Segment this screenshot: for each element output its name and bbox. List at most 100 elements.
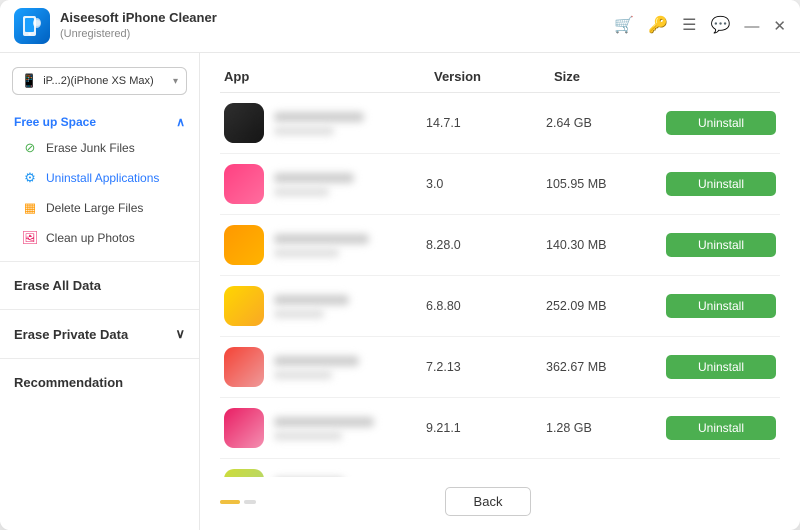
erase-private-label: Erase Private Data bbox=[14, 327, 128, 342]
title-bar-right: 🛒 🔑 ☰ 💬 — ✕ bbox=[614, 18, 786, 34]
app-version: 9.21.1 bbox=[426, 421, 546, 435]
app-cell bbox=[224, 347, 426, 387]
chat-icon[interactable]: 💬 bbox=[711, 18, 731, 34]
delete-large-icon: ▦ bbox=[22, 200, 38, 216]
uninstall-button[interactable]: Uninstall bbox=[666, 294, 776, 318]
uninstall-button[interactable]: Uninstall bbox=[666, 355, 776, 379]
uninstall-button[interactable]: Uninstall bbox=[666, 172, 776, 196]
sidebar-erase-all-data[interactable]: Erase All Data bbox=[0, 270, 199, 301]
app-title: Aiseesoft iPhone Cleaner (Unregistered) bbox=[60, 10, 217, 41]
table-row: 14.7.1 2.64 GB Uninstall bbox=[220, 93, 780, 154]
app-window: Aiseesoft iPhone Cleaner (Unregistered) … bbox=[0, 0, 800, 530]
app-cell bbox=[224, 286, 426, 326]
menu-icon[interactable]: ☰ bbox=[682, 18, 696, 34]
table-header: App Version Size bbox=[220, 69, 780, 93]
app-version: 3.0 bbox=[426, 177, 546, 191]
app-main-title: Aiseesoft iPhone Cleaner bbox=[60, 10, 217, 27]
app-dev bbox=[274, 188, 329, 196]
app-name bbox=[274, 112, 364, 122]
app-info bbox=[274, 173, 354, 196]
divider-2 bbox=[0, 309, 199, 310]
scroll-dot-active bbox=[220, 500, 240, 504]
table-row: 9.21.1 1.28 GB Uninstall bbox=[220, 398, 780, 459]
app-cell bbox=[224, 103, 426, 143]
app-size: 362.67 MB bbox=[546, 360, 666, 374]
table-row: 6.8.80 252.09 MB Uninstall bbox=[220, 276, 780, 337]
app-version: 7.2.13 bbox=[426, 360, 546, 374]
app-version: 14.7.1 bbox=[426, 116, 546, 130]
scroll-dot-inactive bbox=[244, 500, 256, 504]
uninstall-button[interactable]: Uninstall bbox=[666, 111, 776, 135]
app-name bbox=[274, 234, 369, 244]
uninstall-button[interactable]: Uninstall bbox=[666, 416, 776, 440]
app-size: 105.95 MB bbox=[546, 177, 666, 191]
table-footer: Back bbox=[220, 477, 780, 516]
table-body: 14.7.1 2.64 GB Uninstall 3.0 bbox=[220, 93, 780, 477]
minimize-button[interactable]: — bbox=[744, 19, 759, 34]
sidebar-item-label: Uninstall Applications bbox=[46, 171, 159, 185]
app-name bbox=[274, 295, 349, 305]
sidebar-section-free-up-space[interactable]: Free up Space ∧ bbox=[0, 109, 199, 133]
recommendation-label: Recommendation bbox=[14, 375, 123, 390]
app-thumbnail bbox=[224, 286, 264, 326]
title-bar-left: Aiseesoft iPhone Cleaner (Unregistered) bbox=[14, 8, 217, 44]
sidebar-item-label: Delete Large Files bbox=[46, 201, 143, 215]
phone-icon: 📱 bbox=[21, 73, 37, 89]
app-dev bbox=[274, 432, 342, 440]
sidebar-erase-private-data[interactable]: Erase Private Data ∨ bbox=[0, 318, 199, 350]
app-info bbox=[274, 356, 359, 379]
sidebar-item-uninstall-applications[interactable]: ⚙ Uninstall Applications bbox=[0, 163, 199, 193]
app-info bbox=[274, 234, 369, 257]
sidebar-recommendation[interactable]: Recommendation bbox=[0, 367, 199, 398]
sidebar: 📱 iP...2)(iPhone XS Max) ▾ Free up Space… bbox=[0, 53, 200, 530]
divider-3 bbox=[0, 358, 199, 359]
app-info bbox=[274, 112, 364, 135]
sidebar-item-delete-large-files[interactable]: ▦ Delete Large Files bbox=[0, 193, 199, 223]
app-subtitle: (Unregistered) bbox=[60, 27, 217, 41]
header-action bbox=[670, 69, 780, 84]
table-row: 3.0 105.95 MB Uninstall bbox=[220, 154, 780, 215]
app-version: 8.28.0 bbox=[426, 238, 546, 252]
key-icon[interactable]: 🔑 bbox=[648, 18, 668, 34]
erase-junk-icon: ⊘ bbox=[22, 140, 38, 156]
chevron-down-icon: ▾ bbox=[173, 76, 178, 87]
content-area: App Version Size bbox=[200, 53, 800, 530]
app-cell bbox=[224, 469, 426, 477]
header-app: App bbox=[220, 69, 430, 84]
divider-1 bbox=[0, 261, 199, 262]
table-row: 8.28.0 140.30 MB Uninstall bbox=[220, 215, 780, 276]
back-button[interactable]: Back bbox=[445, 487, 532, 516]
app-cell bbox=[224, 225, 426, 265]
app-dev bbox=[274, 310, 324, 318]
sidebar-item-label: Clean up Photos bbox=[46, 231, 135, 245]
app-size: 252.09 MB bbox=[546, 299, 666, 313]
table-row: 7.2.13 362.67 MB Uninstall bbox=[220, 337, 780, 398]
app-thumbnail bbox=[224, 164, 264, 204]
device-selector[interactable]: 📱 iP...2)(iPhone XS Max) ▾ bbox=[12, 67, 187, 95]
app-info bbox=[274, 295, 349, 318]
cart-icon[interactable]: 🛒 bbox=[614, 18, 634, 34]
app-dev bbox=[274, 371, 332, 379]
sidebar-item-clean-up-photos[interactable]: 🖼 Clean up Photos bbox=[0, 223, 199, 253]
device-name: iP...2)(iPhone XS Max) bbox=[43, 75, 167, 87]
clean-photos-icon: 🖼 bbox=[22, 230, 38, 246]
section-label: Free up Space bbox=[14, 115, 96, 129]
app-thumbnail bbox=[224, 469, 264, 477]
app-size: 2.64 GB bbox=[546, 116, 666, 130]
uninstall-button[interactable]: Uninstall bbox=[666, 233, 776, 257]
close-button[interactable]: ✕ bbox=[773, 19, 786, 34]
title-bar: Aiseesoft iPhone Cleaner (Unregistered) … bbox=[0, 0, 800, 53]
sidebar-item-label: Erase Junk Files bbox=[46, 141, 135, 155]
app-name bbox=[274, 417, 374, 427]
app-size: 140.30 MB bbox=[546, 238, 666, 252]
header-version: Version bbox=[430, 69, 550, 84]
app-dev bbox=[274, 127, 334, 135]
app-cell bbox=[224, 164, 426, 204]
erase-all-label: Erase All Data bbox=[14, 278, 101, 293]
sidebar-item-erase-junk-files[interactable]: ⊘ Erase Junk Files bbox=[0, 133, 199, 163]
uninstall-icon: ⚙ bbox=[22, 170, 38, 186]
app-name bbox=[274, 173, 354, 183]
app-size: 1.28 GB bbox=[546, 421, 666, 435]
expand-icon: ∨ bbox=[175, 326, 185, 342]
app-dev bbox=[274, 249, 339, 257]
